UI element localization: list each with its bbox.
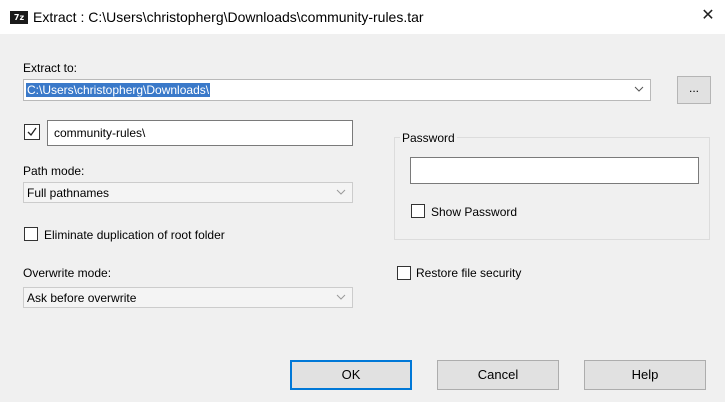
chevron-down-icon [336,294,346,300]
restore-security-label: Restore file security [416,266,522,280]
eliminate-duplication-checkbox[interactable] [24,227,38,241]
title-bar: 7z Extract : C:\Users\christopherg\Downl… [0,0,725,34]
password-group [394,137,710,240]
overwrite-mode-value: Ask before overwrite [27,291,137,305]
password-input[interactable] [410,157,699,184]
restore-security-checkbox[interactable] [397,266,411,280]
subfolder-checkbox[interactable] [24,124,40,140]
path-mode-select[interactable]: Full pathnames [23,182,353,203]
checkmark-icon [27,127,37,137]
subfolder-value: community-rules\ [54,126,146,140]
cancel-button[interactable]: Cancel [437,360,559,390]
close-button[interactable]: ✕ [691,0,725,34]
overwrite-mode-select[interactable]: Ask before overwrite [23,287,353,308]
window-title: Extract : C:\Users\christopherg\Download… [33,9,424,25]
subfolder-input[interactable]: community-rules\ [47,120,353,146]
overwrite-mode-label: Overwrite mode: [23,266,112,280]
extract-to-label: Extract to: [23,61,78,75]
chevron-down-icon[interactable] [634,84,644,94]
show-password-label: Show Password [431,205,518,219]
app-icon: 7z [10,11,28,24]
path-mode-value: Full pathnames [27,186,110,200]
browse-button[interactable]: ... [677,76,711,104]
extract-to-combo[interactable]: C:\Users\christopherg\Downloads\ [23,79,651,101]
ok-button[interactable]: OK [290,360,412,390]
extract-to-value: C:\Users\christopherg\Downloads\ [26,83,211,97]
password-label: Password [400,131,457,145]
eliminate-duplication-label: Eliminate duplication of root folder [44,228,225,242]
path-mode-label: Path mode: [23,164,85,178]
chevron-down-icon [336,189,346,195]
close-icon: ✕ [701,7,715,24]
help-button[interactable]: Help [584,360,706,390]
show-password-checkbox[interactable] [411,204,425,218]
